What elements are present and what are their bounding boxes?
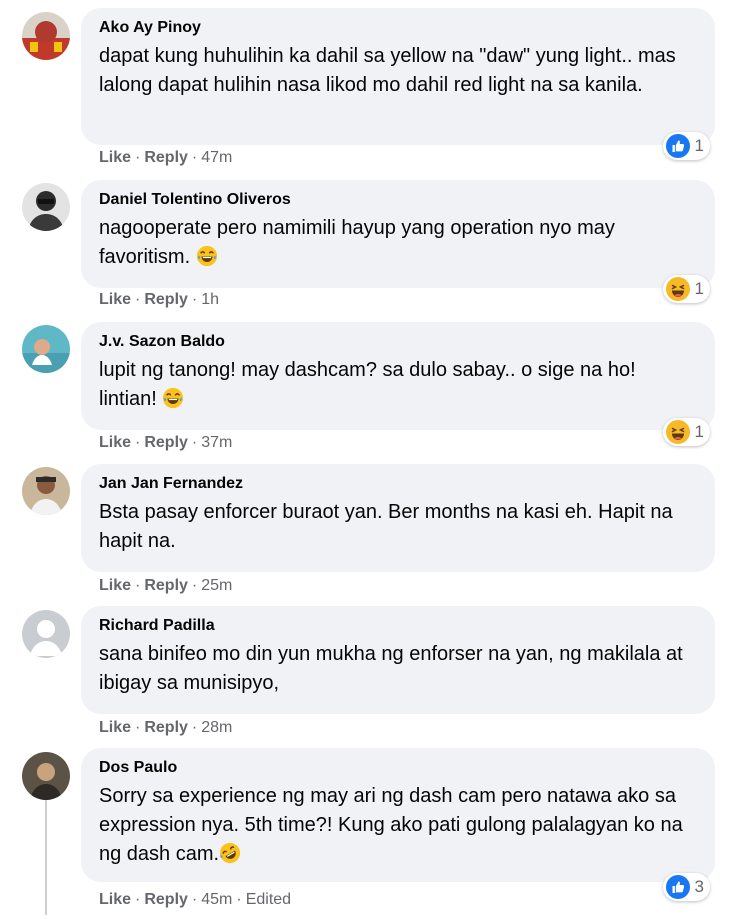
avatar[interactable] bbox=[22, 325, 70, 373]
avatar[interactable] bbox=[22, 610, 70, 658]
comment-actions: Like · Reply · 25m bbox=[99, 577, 233, 594]
reply-button[interactable]: Reply bbox=[144, 149, 188, 166]
like-button[interactable]: Like bbox=[99, 891, 131, 908]
comment-author[interactable]: Daniel Tolentino Oliveros bbox=[99, 190, 697, 210]
comment-time[interactable]: 25m bbox=[201, 577, 232, 594]
like-button[interactable]: Like bbox=[99, 149, 131, 166]
comment-time[interactable]: 47m bbox=[201, 149, 232, 166]
haha-icon bbox=[666, 420, 690, 444]
comment-text: sana binifeo mo din yun mukha ng enforse… bbox=[99, 643, 683, 694]
avatar[interactable] bbox=[22, 183, 70, 231]
reaction-summary[interactable]: 1 bbox=[662, 132, 710, 160]
edited-label[interactable]: Edited bbox=[246, 891, 291, 908]
comment-actions: Like · Reply · 47m bbox=[99, 149, 233, 166]
avatar[interactable] bbox=[22, 752, 70, 800]
comment-text: lupit ng tanong! may dashcam? sa dulo sa… bbox=[99, 359, 636, 410]
comment-actions: Like · Reply · 45m · Edited bbox=[99, 891, 292, 908]
comment-bubble: Daniel Tolentino Oliveros nagooperate pe… bbox=[81, 180, 715, 288]
reply-button[interactable]: Reply bbox=[144, 577, 188, 594]
comment-time[interactable]: 37m bbox=[201, 434, 232, 451]
reply-thread-line bbox=[45, 800, 47, 915]
comment-bubble: Ako Ay Pinoy dapat kung huhulihin ka dah… bbox=[81, 8, 715, 145]
reply-button[interactable]: Reply bbox=[144, 891, 188, 908]
like-button[interactable]: Like bbox=[99, 577, 131, 594]
comment-text: dapat kung huhulihin ka dahil sa yellow … bbox=[99, 45, 676, 96]
comment-author[interactable]: Jan Jan Fernandez bbox=[99, 474, 697, 494]
comment-bubble: Dos Paulo Sorry sa experience ng may ari… bbox=[81, 748, 715, 882]
comment-actions: Like · Reply · 37m bbox=[99, 434, 233, 451]
avatar[interactable] bbox=[22, 467, 70, 515]
comment-text: nagooperate pero namimili hayup yang ope… bbox=[99, 217, 615, 268]
like-button[interactable]: Like bbox=[99, 291, 131, 308]
comment-author[interactable]: J.v. Sazon Baldo bbox=[99, 332, 697, 352]
comment-author[interactable]: Dos Paulo bbox=[99, 758, 697, 778]
comment-actions: Like · Reply · 1h bbox=[99, 291, 220, 308]
rolling-laughing-emoji-icon bbox=[219, 842, 241, 864]
comment-bubble: Richard Padilla sana binifeo mo din yun … bbox=[81, 606, 715, 714]
haha-icon bbox=[666, 277, 690, 301]
comment-text: Sorry sa experience ng may ari ng dash c… bbox=[99, 785, 683, 865]
comment-author[interactable]: Richard Padilla bbox=[99, 616, 697, 636]
reaction-count: 1 bbox=[694, 279, 704, 298]
comment-time[interactable]: 1h bbox=[201, 291, 219, 308]
reaction-count: 3 bbox=[694, 877, 704, 896]
reply-button[interactable]: Reply bbox=[144, 719, 188, 736]
like-icon bbox=[666, 134, 690, 158]
reaction-count: 1 bbox=[694, 422, 704, 441]
comment-actions: Like · Reply · 28m bbox=[99, 719, 233, 736]
reply-button[interactable]: Reply bbox=[144, 434, 188, 451]
reaction-summary[interactable]: 3 bbox=[662, 873, 710, 901]
laughing-emoji-icon bbox=[196, 245, 218, 267]
comment-bubble: J.v. Sazon Baldo lupit ng tanong! may da… bbox=[81, 322, 715, 430]
reaction-count: 1 bbox=[694, 136, 704, 155]
comment-time[interactable]: 45m bbox=[201, 891, 232, 908]
avatar[interactable] bbox=[22, 12, 70, 60]
like-button[interactable]: Like bbox=[99, 434, 131, 451]
reaction-summary[interactable]: 1 bbox=[662, 275, 710, 303]
comment-bubble: Jan Jan Fernandez Bsta pasay enforcer bu… bbox=[81, 464, 715, 572]
like-button[interactable]: Like bbox=[99, 719, 131, 736]
comment-text: Bsta pasay enforcer buraot yan. Ber mont… bbox=[99, 501, 673, 552]
like-icon bbox=[666, 875, 690, 899]
laughing-emoji-icon bbox=[162, 387, 184, 409]
comment-time[interactable]: 28m bbox=[201, 719, 232, 736]
comment-author[interactable]: Ako Ay Pinoy bbox=[99, 18, 697, 38]
reply-button[interactable]: Reply bbox=[144, 291, 188, 308]
reaction-summary[interactable]: 1 bbox=[662, 418, 710, 446]
